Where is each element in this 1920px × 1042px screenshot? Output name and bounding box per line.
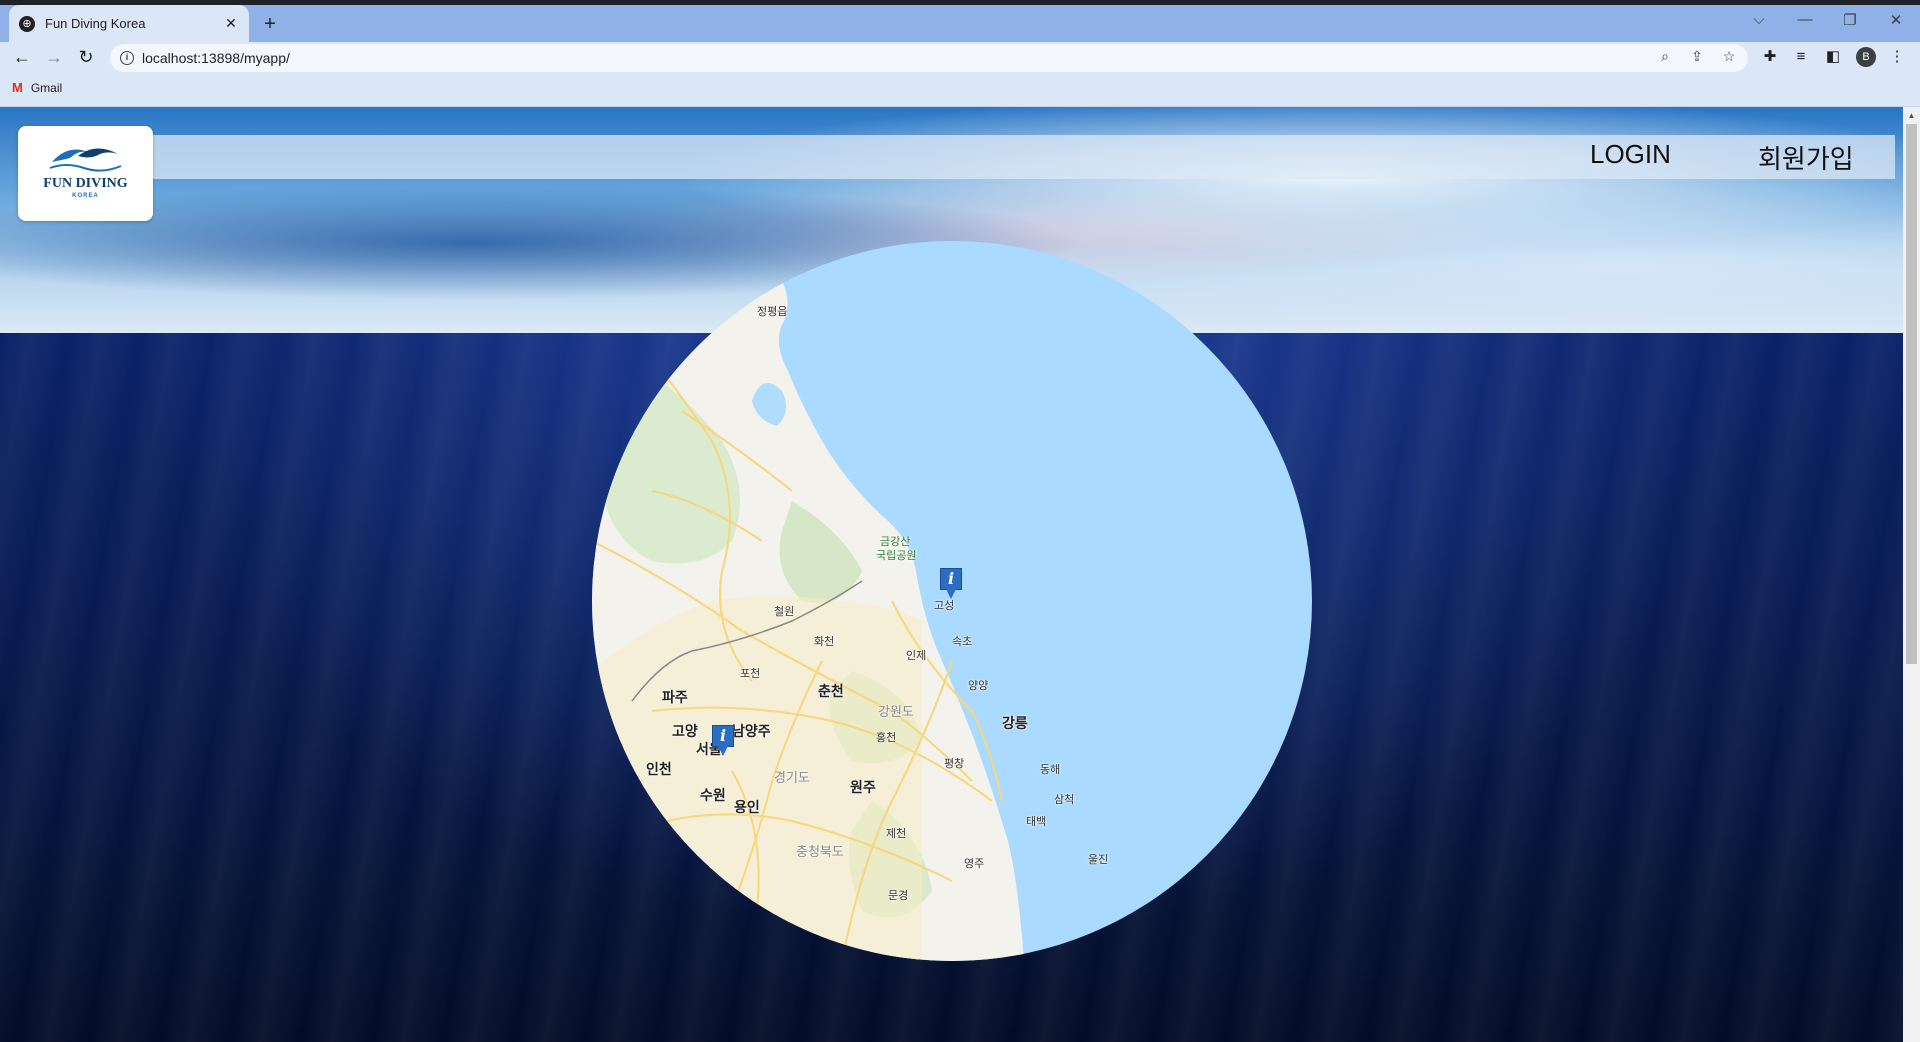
map-label: 태백 [1026,816,1047,828]
map-label: 춘천 [818,683,844,699]
map-label: 경기도 [774,770,810,785]
dolphin-logo-icon [49,148,122,172]
map-label: 포천 [740,668,761,680]
map-label: 고양 [672,723,698,739]
browser-tab[interactable]: ⊕ Fun Diving Korea ✕ [9,5,249,42]
map-label: 문경 [888,890,909,902]
url-text[interactable]: localhost:13898/myapp/ [142,50,290,66]
bookmark-star-icon[interactable]: ☆ [1719,48,1739,65]
forward-arrow-icon[interactable]: → [42,45,66,69]
map-label: 양양 [968,680,989,692]
map-label: 동해 [1040,764,1061,776]
map-label: 충청북도 [796,844,844,859]
map-label: 화천 [814,636,835,648]
minimize-icon[interactable]: — [1793,11,1817,28]
dive-spot-marker[interactable]: i [940,568,962,600]
info-icon[interactable]: i [120,51,134,65]
map-label: 평창 [944,758,965,770]
tab-strip: ⊕ Fun Diving Korea ✕ + ⌵ — ❐ ✕ [0,5,1920,42]
map-label: 파주 [662,689,688,705]
map-label: 제천 [886,828,907,840]
map-label: 삼척 [1054,794,1075,806]
dive-spot-marker[interactable]: i [712,725,734,757]
reload-icon[interactable]: ↻ [74,45,98,69]
tab-title: Fun Diving Korea [45,16,146,31]
window-close-icon[interactable]: ✕ [1884,11,1908,29]
map-label: 강릉 [1002,715,1028,731]
share-icon[interactable]: ⇪ [1687,48,1707,65]
map-label: 용인 [734,799,760,815]
login-link[interactable]: LOGIN [1590,139,1671,170]
map-label: 속초 [952,636,973,648]
globe-icon: ⊕ [19,15,35,32]
back-arrow-icon[interactable]: ← [10,45,34,69]
extensions-icon[interactable]: ✚ [1759,46,1781,68]
signup-link[interactable]: 회원가입 [1758,139,1854,176]
page-viewport: LOGIN 회원가입 FUN DIVING KOREA 정평읍 금강산 국립공원… [0,107,1903,1042]
map-label: 강원도 [878,704,914,719]
tab-search-icon[interactable]: ⌵ [1747,11,1771,28]
map-label: 원주 [850,779,876,795]
map-label: 인천 [646,761,672,777]
logo-title: FUN DIVING [43,176,128,191]
map-label: 남양주 [732,723,771,739]
map-label: 홍천 [876,732,897,744]
bookmarks-bar: M Gmail [0,72,1920,107]
map-label: 수원 [700,787,726,803]
map-label: 인제 [906,650,927,662]
browser-toolbar: ← → ↻ i localhost:13898/myapp/ ⌕ ⇪ ☆ ✚ ≡… [0,42,1920,72]
address-bar[interactable]: i localhost:13898/myapp/ ⌕ ⇪ ☆ [110,44,1748,72]
map-label: 울진 [1088,854,1109,866]
restore-icon[interactable]: ❐ [1838,11,1862,29]
info-marker-icon: i [712,725,734,747]
info-marker-icon: i [940,568,962,590]
new-tab-button[interactable]: + [258,13,282,37]
map-label: 정평읍 [757,306,788,318]
menu-kebab-icon[interactable]: ⋮ [1886,46,1908,68]
dive-map[interactable]: 정평읍 금강산 국립공원 고성 속초 인제 양양 철원 화천 포천 춘천 강원도… [592,241,1312,961]
bookmark-gmail[interactable]: M Gmail [12,80,62,95]
zoom-icon[interactable]: ⌕ [1655,48,1675,65]
page-scrollbar[interactable]: ▲ [1903,107,1920,1042]
map-label: 국립공원 [876,550,917,562]
bookmark-label: Gmail [30,80,63,95]
scroll-thumb[interactable] [1906,124,1917,664]
map-label: 영주 [964,858,985,870]
logo-subtitle: KOREA [72,193,99,199]
scroll-up-arrow-icon[interactable]: ▲ [1903,107,1920,124]
avatar[interactable]: B [1856,47,1876,67]
gmail-icon: M [12,80,23,95]
site-logo[interactable]: FUN DIVING KOREA [18,126,153,221]
close-icon[interactable]: ✕ [223,15,239,32]
side-panel-icon[interactable]: ◧ [1822,46,1844,68]
reading-list-icon[interactable]: ≡ [1790,46,1812,68]
map-label: 철원 [774,606,795,618]
top-nav: LOGIN 회원가입 [150,135,1895,179]
